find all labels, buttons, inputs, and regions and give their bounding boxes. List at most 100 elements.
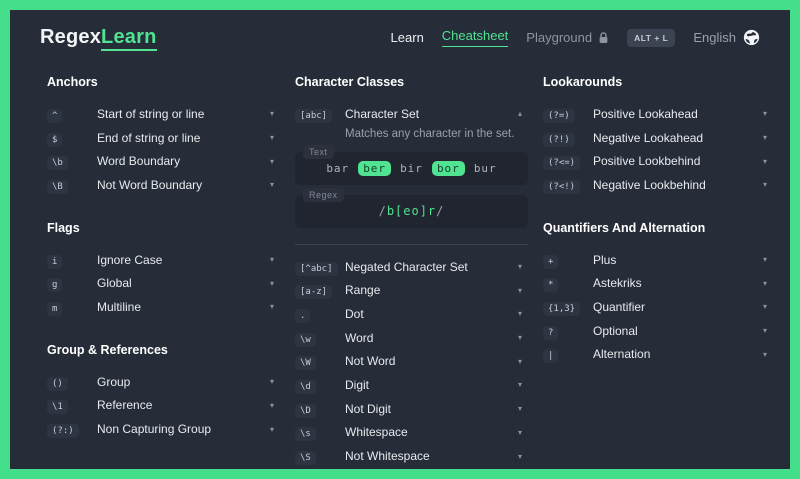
row-label: Range bbox=[345, 283, 380, 297]
regex-box-tag: Regex bbox=[303, 188, 344, 202]
cheatsheet-grid: Anchors ^ Start of string or line ▾ $ bbox=[10, 49, 790, 469]
chevron-down-icon: ▾ bbox=[270, 279, 280, 288]
accordion-row[interactable]: (?!) Negative Lookahead ▾ bbox=[543, 126, 773, 150]
row-label: Alternation bbox=[593, 347, 650, 361]
chevron-down-icon: ▾ bbox=[270, 425, 280, 434]
code-badge: [abc] bbox=[295, 109, 332, 123]
section-flags: Flags i Ignore Case ▾ g Glo bbox=[47, 221, 280, 319]
nav-playground-label: Playground bbox=[526, 30, 592, 45]
chevron-down-icon: ▾ bbox=[270, 157, 280, 166]
code-badge: () bbox=[47, 377, 68, 391]
chevron-down-icon: ▾ bbox=[270, 180, 280, 189]
accordion-row[interactable]: | Alternation ▾ bbox=[543, 343, 773, 367]
row-label: Word Boundary bbox=[97, 154, 180, 168]
section-character-classes: Character Classes [abc] Character Set ▴ … bbox=[295, 75, 528, 468]
section-title: Flags bbox=[47, 221, 280, 235]
code-badge: $ bbox=[47, 133, 62, 147]
code-badge: * bbox=[543, 278, 558, 292]
accordion-row[interactable]: (?:) Non Capturing Group ▾ bbox=[47, 417, 280, 441]
accordion-row[interactable]: \w Word ▾ bbox=[295, 326, 528, 350]
sample-word: bar bbox=[326, 162, 349, 175]
row-label: Global bbox=[97, 276, 132, 290]
sample-word-matched: ber bbox=[358, 161, 391, 176]
accordion-row[interactable]: (?<=) Positive Lookbehind ▾ bbox=[543, 149, 773, 173]
accordion-row[interactable]: (?=) Positive Lookahead ▾ bbox=[543, 102, 773, 126]
section-lookarounds: Lookarounds (?=) Positive Lookahead ▾ (?… bbox=[543, 75, 773, 197]
accordion-row[interactable]: \d Digit ▾ bbox=[295, 373, 528, 397]
chevron-down-icon: ▾ bbox=[270, 401, 280, 410]
code-badge: (?:) bbox=[47, 424, 79, 438]
app-window: RegexLearn Learn Cheatsheet Playground A… bbox=[0, 0, 800, 479]
accordion-row-expanded[interactable]: [abc] Character Set ▴ bbox=[295, 102, 528, 126]
accordion-row[interactable]: ^ Start of string or line ▾ bbox=[47, 102, 280, 126]
nav-cheatsheet[interactable]: Cheatsheet bbox=[442, 28, 509, 47]
logo[interactable]: RegexLearn bbox=[40, 26, 157, 49]
section-quantifiers-alternation: Quantifiers And Alternation + Plus ▾ * bbox=[543, 221, 773, 366]
text-preview-box: Text bar ber bir bor bur bbox=[295, 152, 528, 185]
row-label: Positive Lookahead bbox=[593, 107, 698, 121]
sample-word: bur bbox=[474, 162, 497, 175]
accordion-row[interactable]: [a-z] Range ▾ bbox=[295, 278, 528, 302]
text-box-tag: Text bbox=[303, 145, 334, 159]
accordion-row[interactable]: \S Not Whitespace ▾ bbox=[295, 444, 528, 468]
accordion-list: ^ Start of string or line ▾ $ End of str… bbox=[47, 102, 280, 197]
chevron-down-icon: ▾ bbox=[518, 404, 528, 413]
chevron-down-icon: ▾ bbox=[270, 302, 280, 311]
row-label: Quantifier bbox=[593, 300, 645, 314]
accordion-row[interactable]: () Group ▾ bbox=[47, 370, 280, 394]
accordion-row[interactable]: \B Not Word Boundary ▾ bbox=[47, 173, 280, 197]
code-badge: (?<!) bbox=[543, 180, 580, 194]
row-label: Digit bbox=[345, 378, 369, 392]
section-title: Anchors bbox=[47, 75, 280, 89]
accordion-row[interactable]: [^abc] Negated Character Set ▾ bbox=[295, 255, 528, 279]
section-title: Group & References bbox=[47, 343, 280, 357]
accordion-row[interactable]: . Dot ▾ bbox=[295, 302, 528, 326]
accordion-row[interactable]: $ End of string or line ▾ bbox=[47, 126, 280, 150]
code-badge: + bbox=[543, 255, 558, 269]
language-label: English bbox=[693, 30, 736, 45]
code-badge: \W bbox=[295, 356, 316, 370]
accordion-row[interactable]: + Plus ▾ bbox=[543, 248, 773, 272]
code-badge: [^abc] bbox=[295, 262, 338, 276]
column-right: Lookarounds (?=) Positive Lookahead ▾ (?… bbox=[543, 75, 773, 469]
chevron-down-icon: ▾ bbox=[763, 109, 773, 118]
language-selector[interactable]: English bbox=[693, 29, 760, 46]
section-anchors: Anchors ^ Start of string or line ▾ $ bbox=[47, 75, 280, 197]
accordion-row[interactable]: \1 Reference ▾ bbox=[47, 394, 280, 418]
accordion-list: [^abc] Negated Character Set ▾ [a-z] Ran… bbox=[295, 255, 528, 468]
accordion-row[interactable]: \W Not Word ▾ bbox=[295, 349, 528, 373]
column-left: Anchors ^ Start of string or line ▾ $ bbox=[47, 75, 280, 469]
chevron-down-icon: ▾ bbox=[763, 180, 773, 189]
nav-playground[interactable]: Playground bbox=[526, 30, 609, 45]
item-description: Matches any character in the set. bbox=[345, 128, 528, 140]
accordion-row[interactable]: \D Not Digit ▾ bbox=[295, 397, 528, 421]
code-badge: i bbox=[47, 255, 62, 269]
row-label: Negative Lookbehind bbox=[593, 178, 706, 192]
accordion-row[interactable]: i Ignore Case ▾ bbox=[47, 248, 280, 272]
accordion-list: (?=) Positive Lookahead ▾ (?!) Negative … bbox=[543, 102, 773, 197]
code-badge: (?<=) bbox=[543, 156, 580, 170]
nav-learn[interactable]: Learn bbox=[391, 30, 424, 45]
accordion-list: i Ignore Case ▾ g Global ▾ bbox=[47, 248, 280, 319]
sample-word-matched: bor bbox=[432, 161, 465, 176]
code-badge: ^ bbox=[47, 109, 62, 123]
code-badge: \d bbox=[295, 380, 316, 394]
accordion-row[interactable]: \b Word Boundary ▾ bbox=[47, 149, 280, 173]
accordion-row[interactable]: ? Optional ▾ bbox=[543, 319, 773, 343]
code-badge: \s bbox=[295, 427, 316, 441]
accordion-row[interactable]: {1,3} Quantifier ▾ bbox=[543, 295, 773, 319]
accordion-list: + Plus ▾ * Astekriks ▾ bbox=[543, 248, 773, 366]
accordion-row[interactable]: * Astekriks ▾ bbox=[543, 271, 773, 295]
accordion-row[interactable]: (?<!) Negative Lookbehind ▾ bbox=[543, 173, 773, 197]
chevron-down-icon: ▾ bbox=[763, 255, 773, 264]
accordion-row[interactable]: \s Whitespace ▾ bbox=[295, 421, 528, 445]
top-nav: Learn Cheatsheet Playground ALT + L Engl… bbox=[391, 28, 760, 47]
chevron-down-icon: ▾ bbox=[763, 326, 773, 335]
accordion-row[interactable]: m Multiline ▾ bbox=[47, 295, 280, 319]
chevron-down-icon: ▾ bbox=[270, 109, 280, 118]
header: RegexLearn Learn Cheatsheet Playground A… bbox=[10, 10, 790, 49]
accordion-row[interactable]: g Global ▾ bbox=[47, 271, 280, 295]
logo-regex: Regex bbox=[40, 26, 101, 48]
chevron-down-icon: ▾ bbox=[518, 262, 528, 271]
chevron-down-icon: ▾ bbox=[518, 428, 528, 437]
